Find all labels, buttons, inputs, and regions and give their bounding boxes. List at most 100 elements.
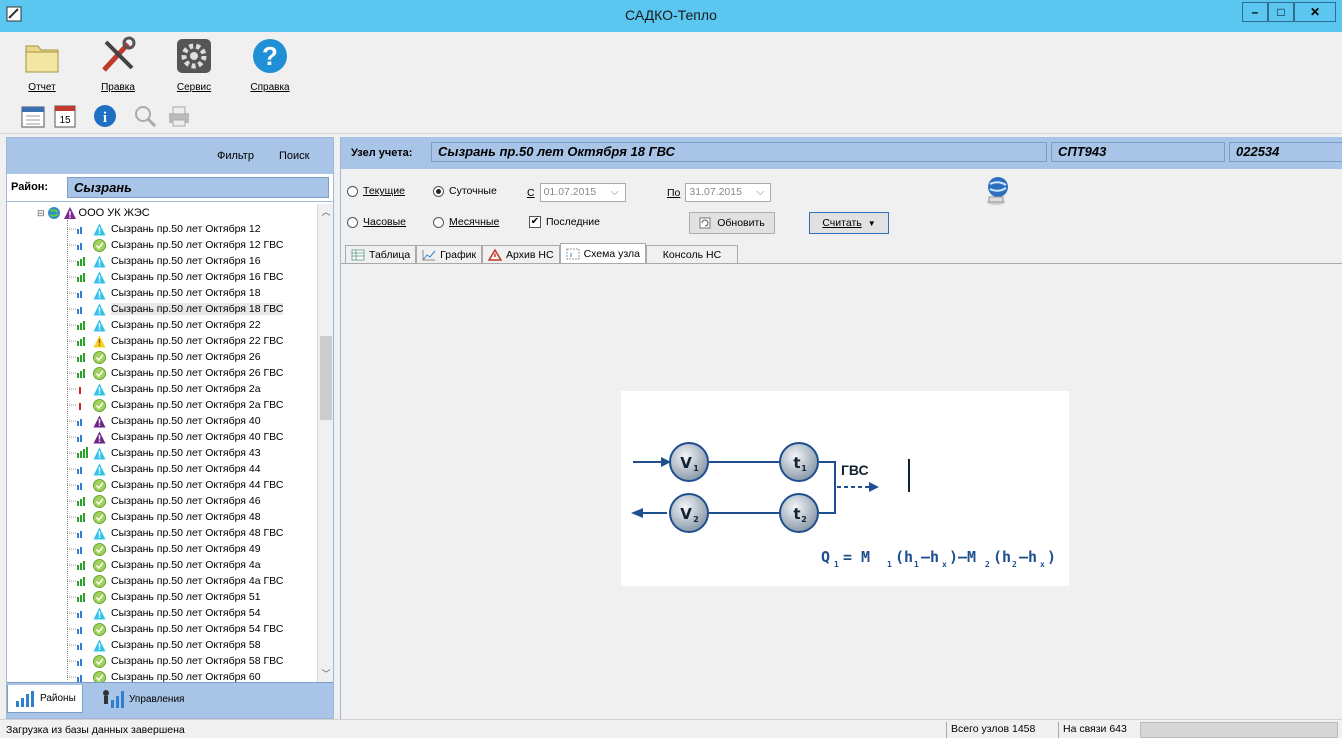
help-button[interactable]: ? Справка <box>240 36 300 93</box>
tab-graph[interactable]: График <box>416 245 483 263</box>
tree-item-label: Сызрань пр.50 лет Октября 18 ГВС <box>111 303 284 315</box>
tab-scheme-label: Схема узла <box>583 247 641 260</box>
tree-item[interactable]: Сызрань пр.50 лет Октября 18 ГВС <box>63 301 284 317</box>
radio-daily-circle[interactable] <box>433 185 444 197</box>
tab-console[interactable]: Консоль НС <box>646 245 739 263</box>
tree-item[interactable]: Сызрань пр.50 лет Октября 48 <box>63 509 261 525</box>
maximize-button[interactable]: □ <box>1268 2 1294 22</box>
tree-item[interactable]: Сызрань пр.50 лет Октября 12 <box>63 221 261 237</box>
tree-root[interactable]: ⊟ ООО УК ЖЭС <box>37 206 150 220</box>
node-tree[interactable]: ⊟ ООО УК ЖЭС Сызрань пр.50 лет Октября 1… <box>7 204 317 682</box>
tree-item[interactable]: Сызрань пр.50 лет Октября 46 <box>63 493 261 509</box>
main-toolbar: Отчет Правка Сервис ? Справка <box>0 32 1342 98</box>
svg-text:x: x <box>1040 560 1045 569</box>
node-name-field[interactable]: Сызрань пр.50 лет Октября 18 ГВС <box>431 142 1047 162</box>
tree-item-label: Сызрань пр.50 лет Октября 40 <box>111 415 261 427</box>
warning-icon <box>93 255 106 267</box>
tree-item[interactable]: Сызрань пр.50 лет Октября 49 <box>63 541 261 557</box>
tree-item-label: Сызрань пр.50 лет Октября 40 ГВС <box>111 431 284 443</box>
tree-item[interactable]: Сызрань пр.50 лет Октября 18 <box>63 285 261 301</box>
signal-icon <box>67 435 82 442</box>
ok-check-icon <box>93 238 106 252</box>
warning-icon <box>93 527 106 539</box>
tree-item[interactable]: Сызрань пр.50 лет Октября 40 <box>63 413 261 429</box>
svg-text:—h: —h <box>1019 548 1037 566</box>
tree-item[interactable]: Сызрань пр.50 лет Октября 58 ГВС <box>63 653 283 669</box>
connect-icon[interactable] <box>983 175 1013 207</box>
search-icon[interactable] <box>132 103 158 129</box>
print-icon[interactable] <box>166 103 192 129</box>
tab-table[interactable]: Таблица <box>345 245 417 263</box>
tree-item[interactable]: Сызрань пр.50 лет Октября 44 ГВС <box>63 477 283 493</box>
filter-link[interactable]: Фильтр <box>217 150 254 162</box>
tree-item[interactable]: Сызрань пр.50 лет Октября 4а <box>63 557 261 573</box>
signal-icon <box>67 611 82 618</box>
radio-daily[interactable]: Суточные <box>433 185 497 197</box>
district-field[interactable]: Сызрань <box>67 177 329 198</box>
tree-item[interactable]: Сызрань пр.50 лет Октября 54 ГВС <box>63 621 283 637</box>
ok-check-icon <box>93 622 106 636</box>
calendar-15-icon[interactable]: 15 <box>52 103 78 129</box>
tree-item[interactable]: Сызрань пр.50 лет Октября 22 ГВС <box>63 333 283 349</box>
search-link[interactable]: Поиск <box>279 150 309 162</box>
scroll-up-button[interactable]: ︿ <box>318 204 334 220</box>
tree-scrollbar[interactable]: ︿ ﹀ <box>317 204 333 682</box>
help-label: Справка <box>250 82 290 93</box>
radio-daily-label: Суточные <box>449 185 497 197</box>
tree-item[interactable]: Сызрань пр.50 лет Октября 40 ГВС <box>63 429 283 445</box>
warning-icon <box>93 447 106 459</box>
svg-text:2: 2 <box>801 515 807 524</box>
last-checkbox[interactable]: ✔ Последние <box>529 216 600 228</box>
radio-monthly-circle[interactable] <box>433 216 444 228</box>
tree-item[interactable]: Сызрань пр.50 лет Октября 2а ГВС <box>63 397 283 413</box>
tree-item[interactable]: Сызрань пр.50 лет Октября 51 <box>63 589 261 605</box>
tab-archive[interactable]: Архив НС <box>482 245 560 263</box>
read-dropdown-button[interactable]: Считать ▼ <box>809 212 889 234</box>
tree-item[interactable]: Сызрань пр.50 лет Октября 58 <box>63 637 261 653</box>
tree-item[interactable]: Сызрань пр.50 лет Октября 60 <box>63 669 261 682</box>
title-bar: САДКО-Тепло – □ ✕ <box>0 0 1342 32</box>
serial-field[interactable]: 022534 <box>1229 142 1342 162</box>
radio-current-circle[interactable] <box>347 185 358 197</box>
scroll-thumb[interactable] <box>320 336 332 420</box>
tab-management[interactable]: Управления <box>95 685 190 713</box>
minimize-button[interactable]: – <box>1242 2 1268 22</box>
tree-item[interactable]: Сызрань пр.50 лет Октября 26 ГВС <box>63 365 283 381</box>
tree-item[interactable]: Сызрань пр.50 лет Октября 54 <box>63 605 261 621</box>
radio-current[interactable]: Текущие <box>347 185 405 197</box>
scroll-down-button[interactable]: ﹀ <box>318 666 334 682</box>
date-from-picker[interactable]: 01.07.2015 <box>539 183 626 202</box>
tree-item[interactable]: Сызрань пр.50 лет Октября 26 <box>63 349 261 365</box>
tree-item[interactable]: Сызрань пр.50 лет Октября 12 ГВС <box>63 237 283 253</box>
date-to-picker[interactable]: 31.07.2015 <box>685 183 772 202</box>
ok-check-icon <box>93 398 106 412</box>
service-button[interactable]: Сервис <box>164 36 224 93</box>
tree-item[interactable]: Сызрань пр.50 лет Октября 43 <box>63 445 261 461</box>
info-icon[interactable]: i <box>92 103 118 129</box>
tree-item[interactable]: Сызрань пр.50 лет Октября 22 <box>63 317 261 333</box>
device-field[interactable]: СПТ943 <box>1051 142 1225 162</box>
radio-hourly-label: Часовые <box>363 216 407 228</box>
tab-districts[interactable]: Районы <box>7 685 83 713</box>
radio-hourly-circle[interactable] <box>347 216 358 228</box>
close-button[interactable]: ✕ <box>1294 2 1336 22</box>
refresh-button[interactable]: Обновить <box>689 212 775 234</box>
ok-check-icon <box>93 590 106 604</box>
tree-item[interactable]: Сызрань пр.50 лет Октября 16 <box>63 253 261 269</box>
scheme-tab-content: V 1 t 1 V 2 t 2 ГВС Q 1 = M 1 (h 1 —h x … <box>341 263 1342 719</box>
report-button[interactable]: Отчет <box>12 36 72 93</box>
tree-item[interactable]: Сызрань пр.50 лет Октября 2а <box>63 381 261 397</box>
window-title: САДКО-Тепло <box>625 7 717 23</box>
tab-archive-label: Архив НС <box>506 248 554 261</box>
edit-button[interactable]: Правка <box>88 36 148 93</box>
tree-item[interactable]: Сызрань пр.50 лет Октября 16 ГВС <box>63 269 283 285</box>
tree-item[interactable]: Сызрань пр.50 лет Октября 4а ГВС <box>63 573 283 589</box>
radio-monthly[interactable]: Месячные <box>433 216 499 228</box>
tab-scheme[interactable]: Схема узла <box>559 243 647 263</box>
radio-hourly[interactable]: Часовые <box>347 216 406 228</box>
last-checkbox-box[interactable]: ✔ <box>529 216 541 228</box>
temperature-sensor-t1: t 1 <box>779 442 819 482</box>
calendar-icon[interactable] <box>20 103 46 129</box>
tree-item[interactable]: Сызрань пр.50 лет Октября 48 ГВС <box>63 525 283 541</box>
tree-item[interactable]: Сызрань пр.50 лет Октября 44 <box>63 461 261 477</box>
